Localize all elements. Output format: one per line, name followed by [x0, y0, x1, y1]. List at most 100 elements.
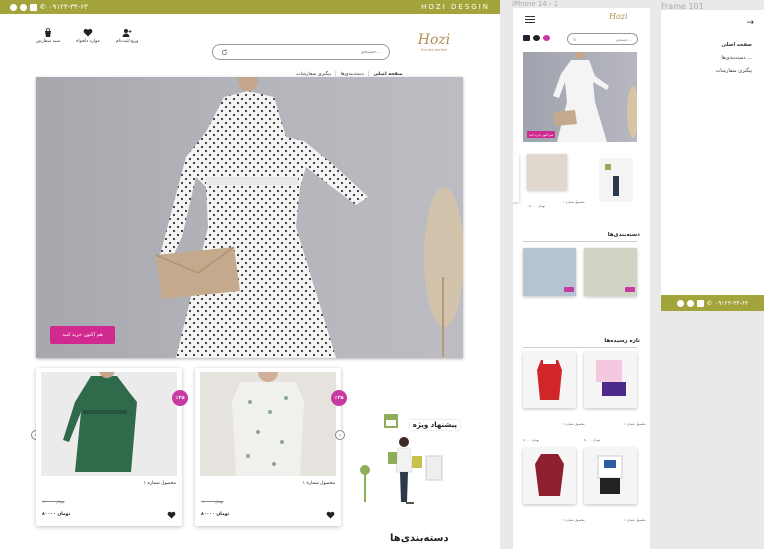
menu-icon[interactable] — [525, 16, 535, 25]
search-input[interactable]: جستجو... — [212, 44, 390, 60]
mobile-shop-now-button[interactable]: هم اکنون خرید کنید — [527, 131, 555, 138]
login-label: ورود/ثبت‌نام — [115, 39, 139, 44]
topbar-phone: ۰۹۱۲۳-۳۴-۶۳ — [48, 3, 88, 11]
mobile-search-placeholder: جستجو... — [616, 36, 632, 42]
carousel-next-button[interactable]: › — [335, 430, 345, 440]
phone-icon: ✆ — [706, 299, 712, 307]
mobile-product-card[interactable] — [584, 448, 637, 504]
menu-item-categories[interactable]: دسته‌بندی‌ها ... — [721, 55, 752, 61]
discount-badge: ٪۲۵ — [172, 390, 188, 406]
login-button[interactable]: ورود/ثبت‌نام — [116, 28, 138, 44]
special-offer-label: پیشنهاد ویژه — [409, 420, 460, 430]
menu-item-home[interactable]: صفحه اصلی — [722, 42, 752, 48]
divider — [523, 347, 637, 348]
mobile-product-card[interactable] — [584, 352, 637, 408]
category-badge — [564, 287, 574, 292]
telegram-icon[interactable] — [20, 3, 27, 11]
menu-phone: ۰۹۱۲۳-۳۴-۶۳ — [714, 299, 749, 307]
header: سبد سفارش موارد دلخواه ورود/ثبت‌نام جستج… — [0, 14, 500, 77]
mobile-logo[interactable]: Hozi — [609, 12, 628, 21]
floral-dress-image — [200, 372, 336, 476]
mobile-product-price: ۸۰۰۰۰ تومان — [529, 204, 546, 208]
category-card[interactable] — [523, 248, 576, 296]
mobile-product-price: ۸۰۰۰۰ تومان — [523, 438, 540, 442]
old-price: ۱۲۰۰۰۰ تومان — [42, 499, 65, 504]
mobile-search-input[interactable]: ↻ جستجو... — [567, 33, 638, 45]
side-menu: → صفحه اصلی دسته‌بندی‌ها ... پیگیری سفار… — [661, 10, 764, 295]
telegram-icon[interactable] — [686, 299, 694, 307]
mobile-special-offer[interactable] — [599, 158, 633, 202]
mobile-categories-heading: دسته‌بندی‌ها — [607, 232, 640, 238]
mobile-frame-caption: iPhone 14 - 1 — [512, 0, 559, 8]
mobile-product-card[interactable] — [523, 352, 576, 408]
logo-mark: Hozi — [417, 32, 451, 48]
whatsapp-icon[interactable] — [676, 299, 684, 307]
menu-contact-bar: ✆ ۰۹۱۲۳-۳۴-۶۳ — [661, 295, 764, 311]
mobile-product-title: محصول شماره ۱ — [563, 200, 585, 204]
cart-icon[interactable] — [523, 35, 530, 41]
favorites-label: موارد دلخواه — [76, 39, 100, 44]
cart-label: سبد سفارش — [36, 39, 61, 44]
mobile-product-title: محصول شماره ۱ — [624, 518, 646, 522]
divider — [523, 241, 637, 242]
heart-icon[interactable] — [533, 35, 540, 41]
shopper-figure — [613, 176, 619, 196]
heart-icon[interactable] — [167, 511, 176, 519]
category-card[interactable] — [584, 248, 637, 296]
product-title: محصول شماره ۱ — [143, 481, 176, 486]
refresh-icon — [221, 48, 228, 55]
mobile-product-price: ۸۰۰۰۰ تومان — [584, 438, 601, 442]
mobile-product-card[interactable] — [523, 448, 576, 504]
phone-icon: ✆ — [40, 3, 46, 11]
chevron-right-icon: › — [338, 431, 342, 439]
product-card[interactable]: ٪۲۵ محصول شماره ۱ ۱۲۰۰۰۰ تومان ۸۰۰۰۰ توم… — [36, 368, 188, 526]
mobile-product-title: محصول شماره ۱ — [563, 422, 585, 426]
hero-image — [155, 77, 463, 358]
hero-banner: هم اکنون خرید کنید — [36, 77, 463, 358]
category-badge — [625, 287, 635, 292]
instagram-icon[interactable] — [696, 299, 704, 307]
cart-button[interactable]: سبد سفارش — [36, 28, 60, 44]
refresh-icon: ↻ — [573, 36, 577, 42]
top-bar: ✆ ۰۹۱۲۳-۳۴-۶۳ HOZI DESGIN — [0, 0, 500, 14]
kids-set-image — [584, 448, 637, 504]
instagram-icon[interactable] — [30, 3, 37, 11]
logo-tagline: You are perfect — [420, 48, 448, 52]
logo[interactable]: Hozi You are perfect — [412, 32, 456, 66]
heart-icon[interactable] — [326, 511, 335, 519]
new-price: ۸۰۰۰۰ تومان — [201, 512, 230, 517]
discount-badge: ٪۲۵ — [331, 390, 347, 406]
product-card[interactable]: ٪۲۵ محصول شماره ۱ ۱۲۰۰۰۰ تومان ۸۰۰۰۰ توم… — [195, 368, 347, 526]
maroon-dress-image — [523, 448, 576, 504]
product-title: محصول شماره ۱ — [302, 481, 335, 486]
mobile-page: Hozi ↻ جستجو... هم اکنون خرید کنید محصول… — [513, 8, 650, 549]
mobile-product-card[interactable] — [513, 154, 519, 202]
heart-icon — [83, 28, 93, 37]
shop-now-button[interactable]: هم اکنون خرید کنید — [50, 326, 115, 344]
product-image — [41, 372, 177, 476]
mobile-new-arrivals-heading: تازه رسیده‌ها — [604, 338, 640, 344]
social-links: ✆ ۰۹۱۲۳-۳۴-۶۳ — [10, 3, 88, 11]
mobile-header-icons — [523, 35, 550, 41]
kids-outfit-image — [584, 352, 637, 408]
mobile-product-card[interactable] — [527, 154, 567, 190]
mobile-hero: هم اکنون خرید کنید — [523, 52, 637, 142]
cart-icon — [45, 28, 51, 37]
user-icon[interactable] — [543, 35, 550, 41]
gift-icon — [605, 164, 611, 170]
mobile-hero-image — [553, 52, 637, 142]
product-image — [200, 372, 336, 476]
search-placeholder: جستجو... — [361, 49, 381, 55]
desktop-page: ✆ ۰۹۱۲۳-۳۴-۶۳ HOZI DESGIN سبد سفارش موار… — [0, 0, 500, 549]
whatsapp-icon[interactable] — [10, 3, 17, 11]
favorites-button[interactable]: موارد دلخواه — [76, 28, 100, 44]
mobile-product-title: محصول شماره ۱ — [624, 422, 646, 426]
menu-item-orders[interactable]: پیگیری سفارشات — [715, 68, 752, 74]
arrow-right-icon[interactable]: → — [746, 18, 754, 28]
mobile-product-title: محصول شماره ۱ — [563, 518, 585, 522]
new-price: ۸۰۰۰۰ تومان — [42, 512, 71, 517]
special-offer[interactable]: پیشنهاد ویژه — [354, 412, 460, 508]
red-dress-image — [523, 352, 576, 408]
green-dress-image — [41, 372, 177, 476]
user-add-icon — [122, 29, 132, 37]
